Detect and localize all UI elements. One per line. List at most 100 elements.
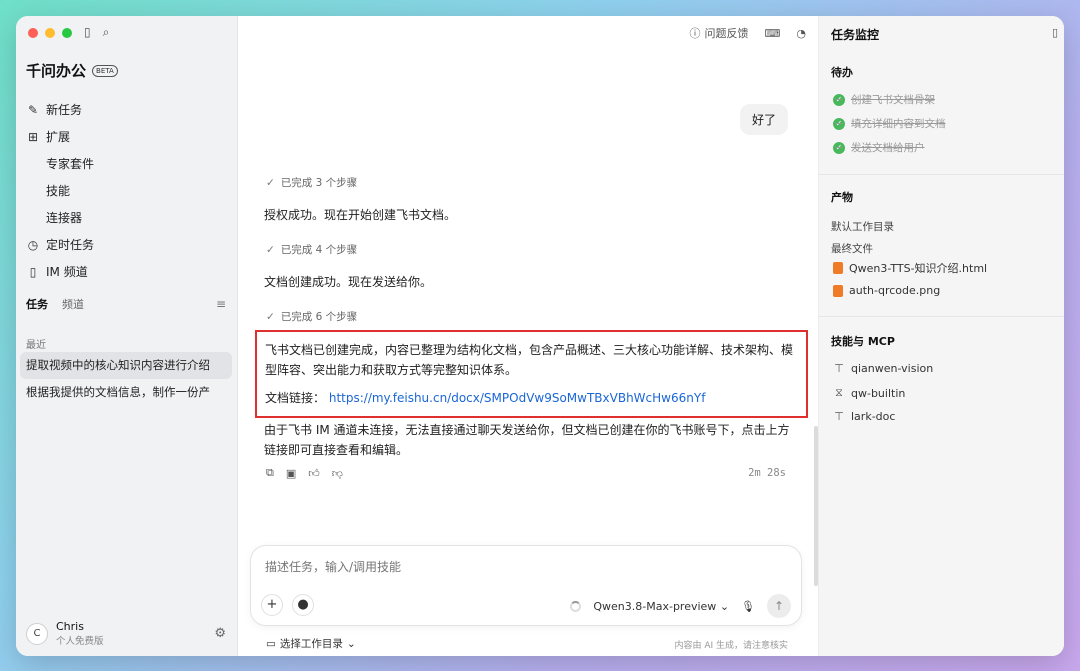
gear-icon[interactable]: ⚙ bbox=[214, 626, 226, 641]
default-dir-label[interactable]: 默认工作目录 bbox=[831, 219, 894, 234]
recent-list: 提取视频中的核心知识内容进行介绍 根据我提供的文档信息，制作一份产 bbox=[20, 352, 232, 406]
minimize-window-button[interactable] bbox=[45, 28, 55, 38]
composer: + ● Qwen3.8-Max-preview ⌄ 🎙︎ ↑ bbox=[250, 545, 802, 626]
workspace-label: 选择工作目录 bbox=[279, 638, 343, 650]
composer-input[interactable] bbox=[265, 560, 765, 574]
filter-icon[interactable]: ≡ bbox=[216, 297, 226, 311]
file-item[interactable]: Qwen3-TTS-知识介绍.html bbox=[833, 260, 987, 276]
tool-icon: ⊤ bbox=[834, 362, 844, 375]
sidebar: ▯ ⌕ 千问办公 BETA ✎ 新任务 ⊞ 扩展 专家套件 技能 连接器 ◷ 定… bbox=[16, 16, 238, 656]
chat-bubble-icon[interactable]: ● bbox=[292, 594, 314, 616]
tab-channels[interactable]: 频道 bbox=[62, 296, 84, 312]
user-message-bubble: 好了 bbox=[739, 104, 788, 135]
gauge-icon[interactable]: ◔ bbox=[796, 27, 806, 40]
doc-link[interactable]: https://my.feishu.cn/docx/SMPOdVw9SoMwTB… bbox=[329, 391, 706, 405]
list-item[interactable]: 提取视频中的核心知识内容进行介绍 bbox=[20, 352, 232, 379]
todo-item: ✓ 发送文档给用户 bbox=[833, 140, 925, 155]
divider bbox=[819, 174, 1064, 175]
sidebar-tabs: 任务 频道 ≡ bbox=[26, 296, 226, 312]
list-item[interactable]: 根据我提供的文档信息，制作一份产 bbox=[20, 379, 232, 406]
skills-heading: 技能与 MCP bbox=[831, 335, 895, 348]
doc-link-label: 文档链接： bbox=[265, 391, 326, 405]
todo-label: 发送文档给用户 bbox=[851, 142, 925, 154]
edit-icon: ✎ bbox=[27, 102, 39, 117]
todo-label: 创建飞书文档骨架 bbox=[851, 94, 935, 106]
message-actions: ⧉ ▣ 👍︎ 👎︎ 2m 28s bbox=[266, 466, 786, 480]
skill-item[interactable]: ⊤ lark-doc bbox=[833, 410, 895, 423]
divider bbox=[819, 316, 1064, 317]
skill-name: qianwen-vision bbox=[851, 362, 934, 375]
assistant-message: 文档创建成功。现在发送给你。 bbox=[264, 275, 433, 289]
sidebar-item-label: 定时任务 bbox=[46, 238, 95, 252]
tool-icon: ⊤ bbox=[834, 410, 844, 423]
user-plan: 个人免费版 bbox=[56, 636, 104, 647]
file-icon bbox=[833, 262, 843, 274]
sidebar-item-new-task[interactable]: ✎ 新任务 bbox=[26, 96, 226, 123]
model-name: Qwen3.8-Max-preview bbox=[593, 599, 717, 613]
clock-icon: ◷ bbox=[27, 237, 39, 252]
sidebar-item-expert-suite[interactable]: 专家套件 bbox=[26, 150, 226, 177]
folder-icon: ▭ bbox=[266, 637, 276, 650]
thumbs-down-icon[interactable]: 👎︎ bbox=[332, 467, 343, 480]
thumbs-up-icon[interactable]: 👍︎ bbox=[308, 467, 320, 480]
markdown-icon[interactable]: ▣ bbox=[286, 467, 296, 480]
maximize-window-button[interactable] bbox=[62, 28, 72, 38]
check-icon: ✓ bbox=[266, 310, 275, 323]
chevron-down-icon: ⌄ bbox=[719, 599, 730, 613]
sidebar-item-scheduled-tasks[interactable]: ◷ 定时任务 bbox=[26, 231, 226, 258]
sidebar-top-icons: ▯ ⌕ bbox=[84, 25, 109, 40]
model-selector[interactable]: Qwen3.8-Max-preview ⌄ bbox=[593, 600, 729, 613]
sidebar-item-label: 连接器 bbox=[46, 211, 83, 225]
skill-item[interactable]: ⊤ qianwen-vision bbox=[833, 362, 933, 375]
sidebar-item-connectors[interactable]: 连接器 bbox=[26, 204, 226, 231]
assistant-message: 授权成功。现在开始创建飞书文档。 bbox=[264, 208, 457, 222]
user-profile[interactable]: C Chris 个人免费版 ⚙ bbox=[26, 620, 226, 647]
skill-item[interactable]: ⧖ qw-builtin bbox=[833, 386, 905, 400]
recent-heading: 最近 bbox=[26, 340, 46, 351]
close-window-button[interactable] bbox=[28, 28, 38, 38]
step-label: 已完成 6 个步骤 bbox=[280, 311, 358, 323]
todo-item: ✓ 填充详细内容到文档 bbox=[833, 116, 946, 131]
panel-title: 任务监控 bbox=[831, 28, 880, 42]
step-summary[interactable]: ✓ 已完成 6 个步骤 bbox=[266, 309, 357, 324]
add-button[interactable]: + bbox=[261, 594, 283, 616]
sidebar-item-extensions[interactable]: ⊞ 扩展 bbox=[26, 123, 226, 150]
panel-toggle-icon[interactable]: ▯ bbox=[1052, 26, 1058, 39]
microphone-icon[interactable]: 🎙︎ bbox=[741, 600, 755, 613]
file-item[interactable]: auth-qrcode.png bbox=[833, 284, 940, 297]
check-circle-icon: ✓ bbox=[833, 93, 845, 106]
sidebar-item-label: 扩展 bbox=[46, 130, 71, 144]
step-summary[interactable]: ✓ 已完成 3 个步骤 bbox=[266, 175, 357, 190]
model-controls: Qwen3.8-Max-preview ⌄ 🎙︎ ↑ bbox=[570, 594, 791, 618]
sidebar-item-label: 技能 bbox=[46, 184, 71, 198]
check-circle-icon: ✓ bbox=[833, 141, 845, 154]
keyboard-icon[interactable]: ⌨ bbox=[765, 27, 781, 40]
check-icon: ✓ bbox=[266, 176, 275, 189]
final-files-label: 最终文件 bbox=[831, 243, 873, 255]
result-summary: 飞书文档已创建完成，内容已整理为结构化文档，包含产品概述、三大核心功能详解、技术… bbox=[265, 343, 794, 377]
tab-tasks[interactable]: 任务 bbox=[26, 296, 48, 312]
step-summary[interactable]: ✓ 已完成 4 个步骤 bbox=[266, 242, 357, 257]
elapsed-time: 2m 28s bbox=[748, 467, 786, 479]
send-button[interactable]: ↑ bbox=[767, 594, 791, 618]
app-window: ▯ ⌕ 千问办公 BETA ✎ 新任务 ⊞ 扩展 专家套件 技能 连接器 ◷ 定… bbox=[16, 16, 1064, 656]
copy-icon[interactable]: ⧉ bbox=[266, 466, 274, 480]
brand: 千问办公 BETA bbox=[26, 60, 118, 81]
sidebar-item-label: IM 频道 bbox=[46, 265, 88, 279]
workspace-selector[interactable]: ▭ 选择工作目录 ⌄ bbox=[266, 636, 356, 651]
sidebar-toggle-icon[interactable]: ▯ bbox=[84, 25, 91, 40]
todo-heading: 待办 bbox=[831, 66, 853, 79]
todo-label: 填充详细内容到文档 bbox=[851, 118, 946, 130]
highlighted-result: 飞书文档已创建完成，内容已整理为结构化文档，包含产品概述、三大核心功能详解、技术… bbox=[255, 330, 808, 418]
sidebar-item-skills[interactable]: 技能 bbox=[26, 177, 226, 204]
plugin-icon: ⧖ bbox=[835, 386, 843, 399]
skill-name: qw-builtin bbox=[851, 386, 906, 400]
sidebar-nav: ✎ 新任务 ⊞ 扩展 专家套件 技能 连接器 ◷ 定时任务 ▯ IM 频道 bbox=[26, 96, 226, 285]
feedback-button[interactable]: ⓘ 问题反馈 bbox=[690, 25, 749, 41]
sidebar-item-im-channel[interactable]: ▯ IM 频道 bbox=[26, 258, 226, 285]
chat-main: ⓘ 问题反馈 ⌨ ◔ 好了 ✓ 已完成 3 个步骤 授权成功。现在开始创建飞书文… bbox=[238, 16, 818, 656]
file-icon bbox=[833, 284, 843, 297]
question-icon: ⓘ bbox=[689, 27, 701, 40]
check-icon: ✓ bbox=[266, 243, 275, 256]
search-icon[interactable]: ⌕ bbox=[103, 25, 110, 40]
